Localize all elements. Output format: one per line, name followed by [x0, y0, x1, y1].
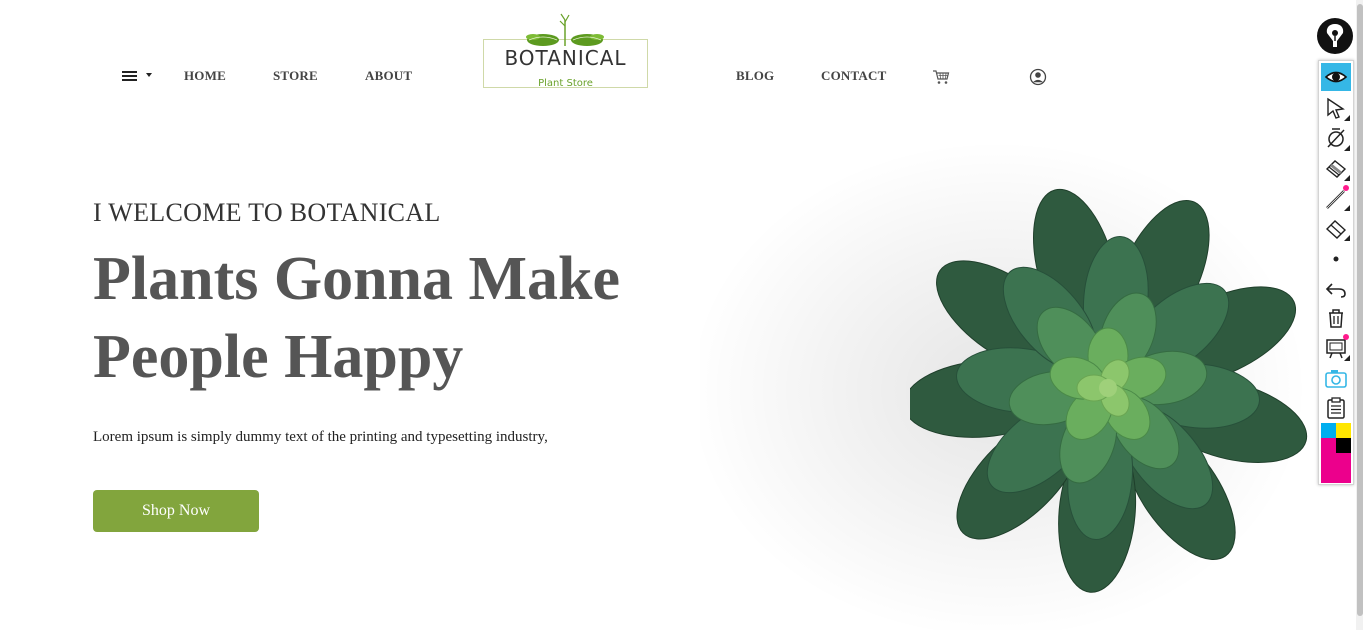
cart-icon[interactable] — [932, 69, 950, 85]
tool-eraser[interactable] — [1321, 154, 1351, 182]
logo-title: BOTANICAL — [504, 46, 627, 70]
header-nav: HOME STORE ABOUT BOTANICAL Plant Store B… — [0, 0, 1363, 130]
submenu-indicator — [1344, 175, 1350, 181]
headline-line-1: Plants Gonna Make — [93, 245, 621, 313]
color-swatch-selected[interactable] — [1321, 453, 1351, 483]
logo-subtitle: Plant Store — [538, 78, 593, 89]
dot-size-icon — [1333, 256, 1339, 262]
annotation-toolbar — [1318, 60, 1354, 485]
color-swatch-magenta[interactable] — [1321, 438, 1336, 453]
tool-pen[interactable] — [1321, 184, 1351, 212]
nav-link-store[interactable]: STORE — [273, 68, 318, 84]
color-swatch-black[interactable] — [1336, 438, 1351, 453]
tool-highlighter[interactable] — [1321, 214, 1351, 242]
color-palette[interactable] — [1321, 423, 1351, 483]
nav-link-home[interactable]: HOME — [184, 68, 226, 84]
brand-logo[interactable]: BOTANICAL Plant Store — [483, 10, 648, 89]
submenu-indicator — [1344, 355, 1350, 361]
toolbar-logo[interactable] — [1317, 18, 1353, 54]
color-swatch-yellow[interactable] — [1336, 423, 1351, 438]
user-icon[interactable] — [1029, 68, 1047, 86]
hero-description: Lorem ipsum is simply dummy text of the … — [93, 429, 548, 445]
nav-link-contact[interactable]: CONTACT — [821, 68, 886, 84]
tool-select[interactable] — [1321, 94, 1351, 122]
tool-undo[interactable] — [1321, 274, 1351, 302]
menu-toggle[interactable] — [119, 68, 155, 86]
submenu-indicator — [1344, 145, 1350, 151]
tool-clipboard[interactable] — [1321, 394, 1351, 422]
hamburger-icon — [122, 71, 137, 81]
color-swatch-cyan[interactable] — [1321, 423, 1336, 438]
clipboard-icon — [1327, 397, 1345, 419]
scrollbar-thumb[interactable] — [1357, 4, 1363, 616]
tool-delete[interactable] — [1321, 304, 1351, 332]
trash-icon — [1329, 309, 1343, 328]
submenu-indicator — [1344, 205, 1350, 211]
tool-shape[interactable] — [1321, 124, 1351, 152]
nav-link-about[interactable]: ABOUT — [365, 68, 412, 84]
tool-camera[interactable] — [1321, 364, 1351, 392]
undo-icon — [1325, 283, 1346, 298]
tool-dot-size[interactable] — [1321, 244, 1351, 272]
pen-color-dot — [1343, 185, 1349, 191]
eye-icon — [1324, 71, 1348, 83]
leaf-icon — [526, 13, 604, 46]
nav-link-blog[interactable]: BLOG — [736, 68, 774, 84]
tool-view[interactable] — [1321, 63, 1351, 91]
succulent-plant-image — [910, 188, 1308, 593]
pen-nib-icon — [1326, 24, 1344, 47]
hero-eyebrow: I WELCOME TO BOTANICAL — [93, 198, 441, 227]
capture-color-dot — [1343, 334, 1349, 340]
camera-icon — [1325, 370, 1347, 388]
shop-now-button[interactable]: Shop Now — [93, 490, 259, 532]
caret-down-icon — [146, 73, 152, 77]
submenu-indicator — [1344, 235, 1350, 241]
hero-headline: Plants Gonna Make People Happy — [93, 240, 733, 396]
submenu-indicator — [1344, 115, 1350, 121]
tool-screen-capture[interactable] — [1321, 334, 1351, 362]
headline-line-2: People Happy — [93, 323, 464, 391]
